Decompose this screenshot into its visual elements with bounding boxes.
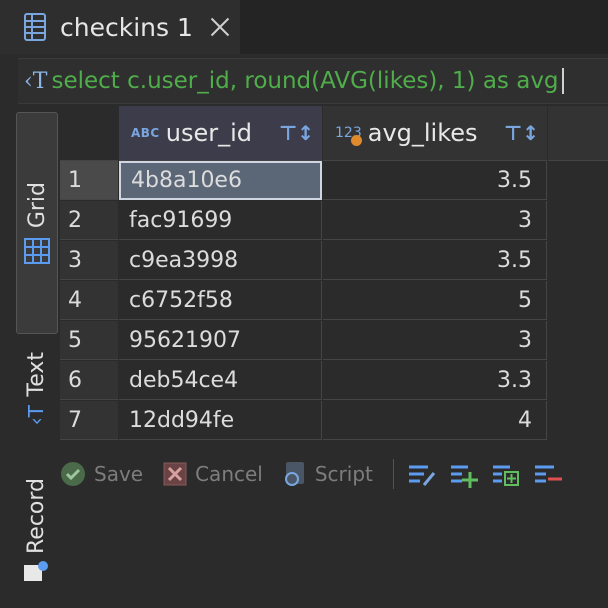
column-header-avg-likes[interactable]: 123 avg_likes ⊤↕	[323, 106, 547, 161]
add-row-icon[interactable]	[448, 459, 478, 489]
delete-row-icon[interactable]	[532, 459, 562, 489]
view-mode-sidebar: Grid Text ‹T Record	[14, 106, 58, 582]
cell-avg-likes[interactable]: 3	[323, 321, 547, 360]
cell-user-id[interactable]: 4b8a10e6	[119, 161, 322, 200]
cell-user-id[interactable]: 12dd94fe	[119, 401, 322, 440]
sql-text-icon: ‹T	[24, 68, 48, 94]
cell-avg-likes[interactable]: 3.3	[323, 361, 547, 400]
cell-user-id[interactable]: 95621907	[119, 321, 322, 360]
cancel-icon	[163, 462, 187, 486]
row-number: 5	[60, 321, 118, 360]
text-label: Text	[23, 352, 49, 397]
record-label: Record	[23, 478, 49, 555]
grid-icon	[24, 238, 50, 265]
row-number: 2	[60, 201, 118, 240]
check-circle-icon	[61, 462, 85, 486]
sql-query-text: select c.user_id, round(AVG(likes), 1) a…	[51, 68, 559, 94]
row-number: 7	[60, 401, 118, 440]
filter-sort-icon[interactable]: ⊤↕	[279, 121, 314, 145]
row-number: 3	[60, 241, 118, 280]
table-row[interactable]: 3 c9ea3998 3.5	[60, 241, 608, 281]
save-label: Save	[94, 462, 144, 486]
table-row[interactable]: 1 4b8a10e6 3.5	[60, 161, 608, 201]
grid-corner	[60, 106, 118, 161]
row-number: 4	[60, 281, 118, 320]
tab-title: checkins 1	[60, 12, 193, 42]
text-format-icon: ‹T	[24, 404, 48, 425]
text-cursor	[561, 68, 564, 94]
cancel-label: Cancel	[195, 462, 263, 486]
close-icon[interactable]	[209, 16, 231, 38]
cell-user-id[interactable]: deb54ce4	[119, 361, 322, 400]
header-filler	[548, 106, 608, 161]
cell-avg-likes[interactable]: 3.5	[323, 161, 547, 200]
duplicate-row-icon[interactable]	[490, 459, 520, 489]
cell-avg-likes[interactable]: 3.5	[323, 241, 547, 280]
table-row[interactable]: 5 95621907 3	[60, 321, 608, 361]
cell-avg-likes[interactable]: 3	[323, 201, 547, 240]
column-header-user-id[interactable]: ABC user_id ⊤↕	[119, 106, 322, 161]
save-button[interactable]: Save	[60, 461, 143, 487]
toolbar-divider	[392, 459, 394, 489]
record-view-button[interactable]: Record	[16, 478, 56, 608]
filter-sort-icon[interactable]: ⊤↕	[504, 121, 539, 145]
string-type-icon: ABC	[131, 126, 160, 140]
cell-user-id[interactable]: c9ea3998	[119, 241, 322, 280]
script-icon	[284, 462, 304, 486]
cell-avg-likes[interactable]: 5	[323, 281, 547, 320]
column-name: user_id	[165, 119, 252, 147]
results-toolbar: Save Cancel Script	[60, 444, 608, 504]
table-row[interactable]: 2 fac91699 3	[60, 201, 608, 241]
record-icon	[24, 561, 48, 582]
text-view-button[interactable]: Text ‹T	[16, 352, 56, 462]
cancel-button[interactable]: Cancel	[163, 462, 263, 486]
table-row[interactable]: 7 12dd94fe 4	[60, 401, 608, 441]
column-name: avg_likes	[367, 119, 478, 147]
row-number: 6	[60, 361, 118, 400]
grid-view-button[interactable]: Grid	[16, 112, 58, 334]
sql-query-bar[interactable]: ‹T select c.user_id, round(AVG(likes), 1…	[18, 58, 608, 104]
tab-bar: checkins 1	[0, 0, 608, 54]
script-label: Script	[314, 462, 373, 486]
grid-label: Grid	[24, 181, 50, 229]
edit-rows-icon[interactable]	[406, 459, 436, 489]
results-grid: ABC user_id ⊤↕ 123 avg_likes ⊤↕ 1 4b8a10…	[60, 106, 608, 442]
script-button[interactable]: Script	[283, 461, 373, 487]
cell-user-id[interactable]: c6752f58	[119, 281, 322, 320]
table-row[interactable]: 6 deb54ce4 3.3	[60, 361, 608, 401]
numeric-type-icon: 123	[335, 125, 362, 146]
cell-avg-likes[interactable]: 4	[323, 401, 547, 440]
cell-user-id[interactable]: fac91699	[119, 201, 322, 240]
tab-checkins[interactable]: checkins 1	[0, 0, 240, 54]
table-row[interactable]: 4 c6752f58 5	[60, 281, 608, 321]
table-icon	[24, 13, 46, 41]
row-number: 1	[60, 161, 118, 200]
